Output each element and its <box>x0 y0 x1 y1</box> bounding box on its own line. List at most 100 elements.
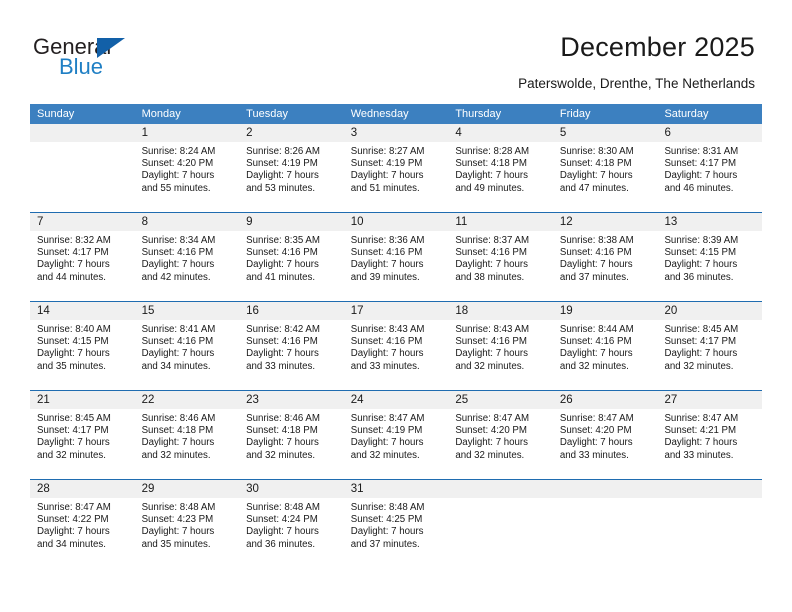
calendar-day-cell[interactable]: 27 Sunrise: 8:47 AM Sunset: 4:21 PM Dayl… <box>657 391 763 479</box>
calendar-week-row: 14 Sunrise: 8:40 AM Sunset: 4:15 PM Dayl… <box>30 301 763 390</box>
calendar-day-cell[interactable]: 14 Sunrise: 8:40 AM Sunset: 4:15 PM Dayl… <box>30 302 135 390</box>
calendar-day-cell[interactable]: 18 Sunrise: 8:43 AM Sunset: 4:16 PM Dayl… <box>448 302 553 390</box>
daylight-text-line1: Daylight: 7 hours <box>664 348 738 360</box>
daylight-text-line2: and 49 minutes. <box>455 182 525 194</box>
calendar-day-cell[interactable]: 2 Sunrise: 8:26 AM Sunset: 4:19 PM Dayli… <box>239 124 344 212</box>
daylight-text-line2: and 33 minutes. <box>246 360 316 372</box>
day-number: 24 <box>350 394 364 406</box>
weekday-header-tuesday: Tuesday <box>246 108 288 120</box>
day-number: 23 <box>246 394 259 406</box>
day-number: 31 <box>350 483 364 495</box>
sunrise-text: Sunrise: 8:45 AM <box>664 324 739 335</box>
sunset-text: Sunset: 4:24 PM <box>246 514 318 526</box>
daylight-text-line2: and 44 minutes. <box>37 271 106 283</box>
calendar-day-cell[interactable]: 8 Sunrise: 8:34 AM Sunset: 4:16 PM Dayli… <box>134 213 240 301</box>
calendar-day-cell[interactable]: 11 Sunrise: 8:37 AM Sunset: 4:16 PM Dayl… <box>448 213 553 301</box>
calendar-day-cell[interactable]: 10 Sunrise: 8:36 AM Sunset: 4:16 PM Dayl… <box>343 213 449 301</box>
calendar-day-cell[interactable]: 26 Sunrise: 8:47 AM Sunset: 4:20 PM Dayl… <box>552 391 658 479</box>
sunrise-text: Sunrise: 8:24 AM <box>141 146 216 157</box>
calendar-day-cell[interactable]: 7 Sunrise: 8:32 AM Sunset: 4:17 PM Dayli… <box>30 213 135 301</box>
calendar-day-cell[interactable]: 9 Sunrise: 8:35 AM Sunset: 4:16 PM Dayli… <box>239 213 344 301</box>
sunrise-text: Sunrise: 8:39 AM <box>664 235 739 246</box>
daylight-text-line1: Daylight: 7 hours <box>559 170 633 182</box>
day-number: 8 <box>141 216 148 228</box>
sunrise-text: Sunrise: 8:31 AM <box>664 146 739 157</box>
calendar-day-cell[interactable]: 13 Sunrise: 8:39 AM Sunset: 4:15 PM Dayl… <box>657 213 763 301</box>
calendar-day-cell[interactable]: 3 Sunrise: 8:27 AM Sunset: 4:19 PM Dayli… <box>343 124 449 212</box>
calendar-day-cell[interactable]: 30 Sunrise: 8:48 AM Sunset: 4:24 PM Dayl… <box>239 480 344 568</box>
calendar-day-cell[interactable]: 21 Sunrise: 8:45 AM Sunset: 4:17 PM Dayl… <box>30 391 135 479</box>
sunrise-text: Sunrise: 8:47 AM <box>350 413 425 424</box>
calendar-day-cell[interactable]: 1 Sunrise: 8:24 AM Sunset: 4:20 PM Dayli… <box>134 124 240 212</box>
calendar-day-cell[interactable]: 12 Sunrise: 8:38 AM Sunset: 4:16 PM Dayl… <box>552 213 658 301</box>
sunset-text: Sunset: 4:18 PM <box>559 158 632 170</box>
calendar-day-cell[interactable]: 5 Sunrise: 8:30 AM Sunset: 4:18 PM Dayli… <box>552 124 658 212</box>
daylight-text-line2: and 35 minutes. <box>37 360 106 372</box>
sunrise-text: Sunrise: 8:36 AM <box>350 235 425 246</box>
daylight-text-line1: Daylight: 7 hours <box>246 259 319 271</box>
calendar-day-cell[interactable]: 24 Sunrise: 8:47 AM Sunset: 4:19 PM Dayl… <box>343 391 449 479</box>
calendar-day-cell[interactable]: 4 Sunrise: 8:28 AM Sunset: 4:18 PM Dayli… <box>448 124 553 212</box>
calendar-day-cell[interactable]: 19 Sunrise: 8:44 AM Sunset: 4:16 PM Dayl… <box>552 302 658 390</box>
calendar-grid: Sunday Monday Tuesday Wednesday Thursday… <box>30 104 763 568</box>
calendar-day-cell[interactable] <box>552 480 658 568</box>
day-number: 3 <box>350 127 358 139</box>
daylight-text-line2: and 46 minutes. <box>664 182 734 194</box>
calendar-day-cell[interactable]: 28 Sunrise: 8:47 AM Sunset: 4:22 PM Dayl… <box>30 480 135 568</box>
weekday-header-friday: Friday <box>559 108 591 120</box>
day-number: 14 <box>37 305 50 317</box>
sunset-text: Sunset: 4:19 PM <box>350 425 423 437</box>
daylight-text-line2: and 35 minutes. <box>141 538 211 550</box>
daylight-text-line2: and 32 minutes. <box>455 360 525 372</box>
daylight-text-line2: and 38 minutes. <box>455 271 525 283</box>
daylight-text-line1: Daylight: 7 hours <box>455 170 529 182</box>
daylight-text-line2: and 32 minutes. <box>455 449 525 461</box>
calendar-day-cell[interactable]: 17 Sunrise: 8:43 AM Sunset: 4:16 PM Dayl… <box>343 302 449 390</box>
daylight-text-line2: and 47 minutes. <box>559 182 629 194</box>
calendar-day-cell[interactable]: 20 Sunrise: 8:45 AM Sunset: 4:17 PM Dayl… <box>657 302 763 390</box>
page-subtitle: Paterswolde, Drenthe, The Netherlands <box>518 76 755 91</box>
daylight-text-line1: Daylight: 7 hours <box>350 526 424 538</box>
calendar-week-row: 21 Sunrise: 8:45 AM Sunset: 4:17 PM Dayl… <box>30 390 763 479</box>
calendar-day-cell[interactable]: 23 Sunrise: 8:46 AM Sunset: 4:18 PM Dayl… <box>239 391 344 479</box>
day-number: 6 <box>664 127 671 139</box>
sunset-text: Sunset: 4:16 PM <box>246 247 318 259</box>
calendar-day-cell[interactable]: 25 Sunrise: 8:47 AM Sunset: 4:20 PM Dayl… <box>448 391 553 479</box>
day-number: 18 <box>455 305 469 317</box>
calendar-day-cell[interactable]: 31 Sunrise: 8:48 AM Sunset: 4:25 PM Dayl… <box>343 480 449 568</box>
weekday-header-wednesday: Wednesday <box>350 108 409 120</box>
daylight-text-line2: and 53 minutes. <box>246 182 316 194</box>
daylight-text-line1: Daylight: 7 hours <box>141 526 215 538</box>
daylight-text-line1: Daylight: 7 hours <box>37 526 110 538</box>
day-number: 15 <box>141 305 155 317</box>
daylight-text-line2: and 42 minutes. <box>141 271 211 283</box>
general-blue-logo[interactable]: General Blue <box>33 34 183 82</box>
calendar-day-cell[interactable] <box>448 480 553 568</box>
sunrise-text: Sunrise: 8:41 AM <box>141 324 216 335</box>
calendar-day-cell[interactable]: 16 Sunrise: 8:42 AM Sunset: 4:16 PM Dayl… <box>239 302 344 390</box>
daylight-text-line2: and 33 minutes. <box>559 449 629 461</box>
sunset-text: Sunset: 4:16 PM <box>455 336 527 348</box>
daylight-text-line2: and 37 minutes. <box>350 538 420 550</box>
page-title: December 2025 <box>560 32 755 62</box>
calendar-day-cell[interactable] <box>657 480 763 568</box>
calendar-day-cell[interactable]: 6 Sunrise: 8:31 AM Sunset: 4:17 PM Dayli… <box>657 124 763 212</box>
day-number: 13 <box>664 216 678 228</box>
day-number: 28 <box>37 483 50 495</box>
daylight-text-line1: Daylight: 7 hours <box>350 170 424 182</box>
daylight-text-line1: Daylight: 7 hours <box>246 526 319 538</box>
sunset-text: Sunset: 4:16 PM <box>141 336 214 348</box>
sunset-text: Sunset: 4:23 PM <box>141 514 214 526</box>
daylight-text-line2: and 55 minutes. <box>141 182 211 194</box>
day-number: 7 <box>37 216 44 228</box>
daylight-text-line1: Daylight: 7 hours <box>664 259 738 271</box>
sunset-text: Sunset: 4:16 PM <box>350 336 423 348</box>
calendar-day-cell[interactable]: 22 Sunrise: 8:46 AM Sunset: 4:18 PM Dayl… <box>134 391 240 479</box>
calendar-day-cell[interactable]: 29 Sunrise: 8:48 AM Sunset: 4:23 PM Dayl… <box>134 480 240 568</box>
calendar-day-cell[interactable] <box>30 124 135 212</box>
sunset-text: Sunset: 4:19 PM <box>350 158 423 170</box>
daylight-text-line2: and 34 minutes. <box>141 360 211 372</box>
sunset-text: Sunset: 4:20 PM <box>559 425 632 437</box>
sunrise-text: Sunrise: 8:28 AM <box>455 146 530 157</box>
calendar-day-cell[interactable]: 15 Sunrise: 8:41 AM Sunset: 4:16 PM Dayl… <box>134 302 240 390</box>
